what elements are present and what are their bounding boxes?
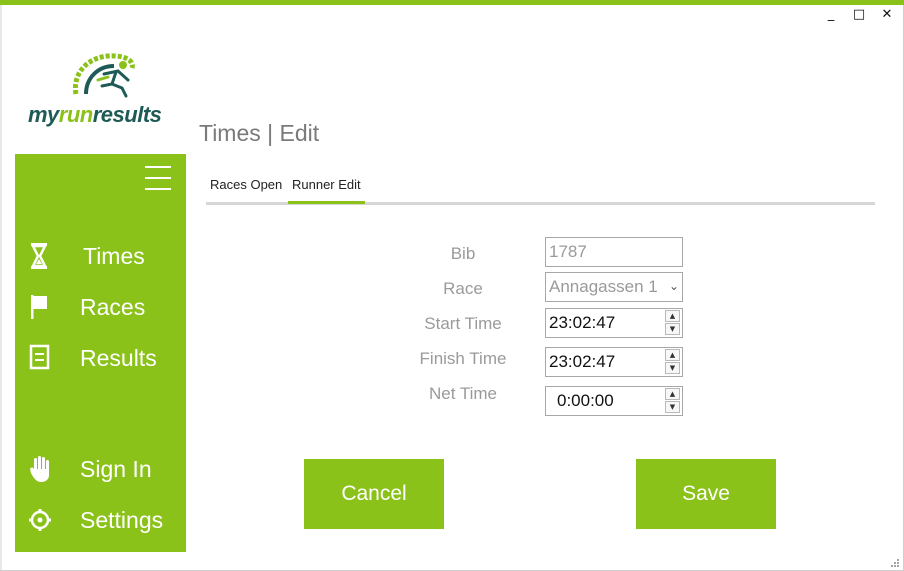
finish-time-label: Finish Time [419, 349, 507, 368]
finish-time-value: 23:02:47 [549, 352, 616, 371]
window-accent-bar [0, 0, 904, 5]
start-time-value: 23:02:47 [549, 313, 616, 332]
sidebar-item-results[interactable]: Results [15, 340, 186, 380]
tab-bar: Races Open Runner Edit [206, 172, 875, 205]
net-time-value: 0:00:00 [557, 391, 614, 410]
document-icon [29, 344, 50, 370]
tab-runner-edit[interactable]: Runner Edit [288, 177, 365, 204]
logo-text-run: run [58, 102, 93, 127]
net-time-label: Net Time [428, 384, 498, 403]
net-time-field[interactable]: 0:00:00 ▲ ▼ [545, 386, 683, 416]
bib-label: Bib [450, 244, 476, 263]
finish-time-stepper[interactable]: ▲ ▼ [665, 349, 680, 375]
race-value: Annagassen 1 [549, 277, 658, 296]
increment-button[interactable]: ▲ [665, 310, 680, 322]
sidebar-item-settings[interactable]: Settings [15, 502, 186, 542]
resize-grip-icon[interactable] [890, 558, 900, 568]
save-button[interactable]: Save [636, 459, 776, 529]
sidebar-item-times[interactable]: Times [15, 238, 186, 278]
logo: myrunresults [28, 50, 178, 130]
race-label: Race [443, 279, 483, 298]
sidebar-item-label: Races [80, 294, 146, 320]
close-button[interactable]: ✕ [880, 8, 894, 22]
logo-text-results: results [92, 102, 162, 127]
sidebar-item-sign-in[interactable]: Sign In [15, 451, 186, 491]
sidebar-item-races[interactable]: Races [15, 289, 186, 329]
start-time-stepper[interactable]: ▲ ▼ [665, 310, 680, 336]
hamburger-icon[interactable] [145, 166, 171, 192]
window-controls: _ □ ✕ [824, 8, 894, 22]
increment-button[interactable]: ▲ [665, 349, 680, 361]
sidebar: Times Races Results Sign In Settings [15, 154, 186, 552]
finish-time-field[interactable]: 23:02:47 ▲ ▼ [545, 347, 683, 377]
flag-icon [31, 295, 47, 319]
page-title: Times | Edit [199, 120, 320, 146]
sidebar-item-label: Settings [80, 507, 164, 533]
maximize-button[interactable]: □ [852, 8, 866, 22]
sidebar-item-label: Times [83, 243, 145, 269]
tab-races-open[interactable]: Races Open [206, 177, 286, 202]
hand-icon [30, 456, 49, 482]
start-time-field[interactable]: 23:02:47 ▲ ▼ [545, 308, 683, 338]
decrement-button[interactable]: ▼ [665, 401, 680, 413]
cancel-button[interactable]: Cancel [304, 459, 444, 529]
bib-value: 1787 [549, 242, 587, 261]
gear-icon [29, 509, 51, 531]
sidebar-item-label: Results [80, 345, 157, 371]
window-left-edge [0, 5, 2, 571]
chevron-down-icon: ⌄ [668, 279, 679, 293]
race-select[interactable]: Annagassen 1 ⌄ [545, 272, 683, 302]
runner-logo-icon [72, 53, 135, 98]
start-time-label: Start Time [424, 314, 502, 333]
sidebar-item-label: Sign In [80, 456, 152, 482]
decrement-button[interactable]: ▼ [665, 362, 680, 374]
hourglass-icon [30, 243, 48, 269]
logo-text: myrunresults [28, 102, 162, 128]
decrement-button[interactable]: ▼ [665, 323, 680, 335]
logo-text-my: my [28, 102, 59, 127]
net-time-stepper[interactable]: ▲ ▼ [665, 388, 680, 414]
bib-field[interactable]: 1787 [545, 237, 683, 267]
minimize-button[interactable]: _ [824, 8, 838, 22]
increment-button[interactable]: ▲ [665, 388, 680, 400]
